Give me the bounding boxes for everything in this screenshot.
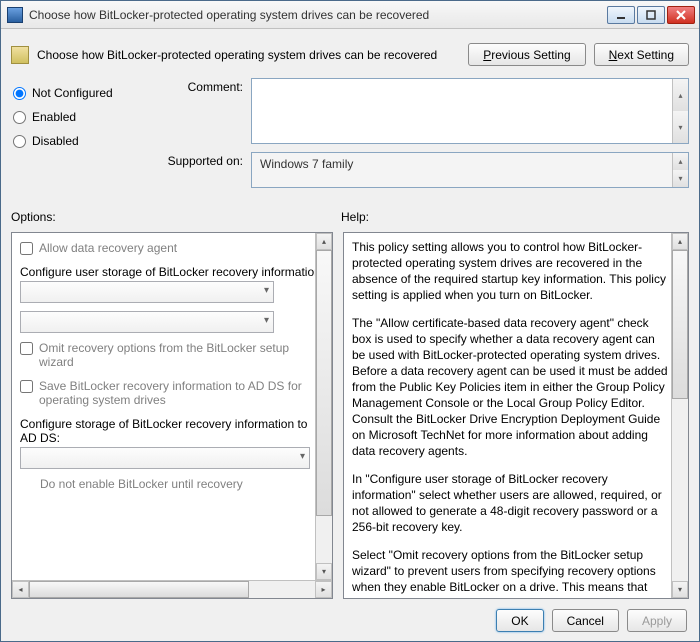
ok-button[interactable]: OK: [496, 609, 543, 632]
radio-disabled-input[interactable]: [13, 135, 26, 148]
maximize-button[interactable]: [637, 6, 665, 24]
policy-title: Choose how BitLocker-protected operating…: [37, 48, 468, 62]
supported-spinner[interactable]: ▴▾: [672, 153, 688, 187]
comment-spinner[interactable]: ▴▾: [672, 79, 688, 143]
cancel-button[interactable]: Cancel: [552, 609, 619, 632]
options-pane: Allow data recovery agent Configure user…: [11, 232, 333, 599]
titlebar[interactable]: Choose how BitLocker-protected operating…: [1, 1, 699, 29]
recovery-password-dropdown[interactable]: [20, 281, 274, 303]
help-pane: This policy setting allows you to contro…: [343, 232, 689, 599]
comment-label: Comment:: [161, 78, 251, 144]
minimize-button[interactable]: [607, 6, 635, 24]
upper-area: Not Configured Enabled Disabled Comment:…: [1, 74, 699, 196]
radio-not-configured[interactable]: Not Configured: [11, 86, 161, 100]
spin-up-icon[interactable]: ▴: [672, 79, 688, 111]
policy-icon: [11, 46, 29, 64]
help-vertical-scrollbar[interactable]: ▴ ▾: [671, 233, 688, 598]
options-section-label: Options:: [11, 210, 341, 224]
header-row: Choose how BitLocker-protected operating…: [1, 29, 699, 74]
spin-up-icon[interactable]: ▴: [672, 153, 688, 170]
save-ad-checkbox[interactable]: [20, 380, 33, 393]
window-frame: Choose how BitLocker-protected operating…: [0, 0, 700, 642]
scroll-up-icon[interactable]: ▴: [672, 233, 688, 250]
options-horizontal-scrollbar[interactable]: ◂ ▸: [12, 580, 332, 598]
options-scroll-thumb[interactable]: [316, 250, 332, 516]
options-hscroll-thumb[interactable]: [29, 581, 249, 598]
scroll-up-icon[interactable]: ▴: [316, 233, 332, 250]
help-scroll-thumb[interactable]: [672, 250, 688, 399]
configure-user-storage-label: Configure user storage of BitLocker reco…: [20, 265, 326, 279]
configure-ad-storage-label: Configure storage of BitLocker recovery …: [20, 417, 326, 445]
close-button[interactable]: [667, 6, 695, 24]
window-title: Choose how BitLocker-protected operating…: [29, 8, 605, 22]
scroll-left-icon[interactable]: ◂: [12, 581, 29, 598]
footer-buttons: OK Cancel Apply: [1, 599, 699, 641]
scroll-down-icon[interactable]: ▾: [672, 581, 688, 598]
previous-setting-button[interactable]: Previous Setting: [468, 43, 585, 66]
recovery-key-dropdown[interactable]: [20, 311, 274, 333]
allow-agent-checkbox[interactable]: [20, 242, 33, 255]
radio-not-configured-input[interactable]: [13, 87, 26, 100]
scroll-down-icon[interactable]: ▾: [316, 563, 332, 580]
radio-disabled[interactable]: Disabled: [11, 134, 161, 148]
comment-textarea[interactable]: ▴▾: [251, 78, 689, 144]
save-ad-option[interactable]: Save BitLocker recovery information to A…: [20, 379, 326, 407]
do-not-enable-label: Do not enable BitLocker until recovery: [20, 477, 326, 491]
radio-enabled-input[interactable]: [13, 111, 26, 124]
ad-storage-dropdown[interactable]: [20, 447, 310, 469]
omit-recovery-option[interactable]: Omit recovery options from the BitLocker…: [20, 341, 326, 369]
help-section-label: Help:: [341, 210, 689, 224]
supported-on-value: Windows 7 family: [260, 157, 353, 171]
window-controls: [605, 6, 695, 24]
help-text: This policy setting allows you to contro…: [344, 233, 688, 599]
window-icon: [7, 7, 23, 23]
next-setting-button[interactable]: Next Setting: [594, 43, 689, 66]
omit-recovery-checkbox[interactable]: [20, 342, 33, 355]
radio-enabled[interactable]: Enabled: [11, 110, 161, 124]
state-radios: Not Configured Enabled Disabled: [11, 78, 161, 196]
spin-down-icon[interactable]: ▾: [672, 170, 688, 187]
allow-agent-option[interactable]: Allow data recovery agent: [20, 241, 326, 255]
supported-on-box: Windows 7 family ▴▾: [251, 152, 689, 188]
scroll-right-icon[interactable]: ▸: [315, 581, 332, 598]
apply-button[interactable]: Apply: [627, 609, 687, 632]
spin-down-icon[interactable]: ▾: [672, 111, 688, 143]
supported-label: Supported on:: [161, 152, 251, 188]
options-vertical-scrollbar[interactable]: ▴ ▾: [315, 233, 332, 580]
